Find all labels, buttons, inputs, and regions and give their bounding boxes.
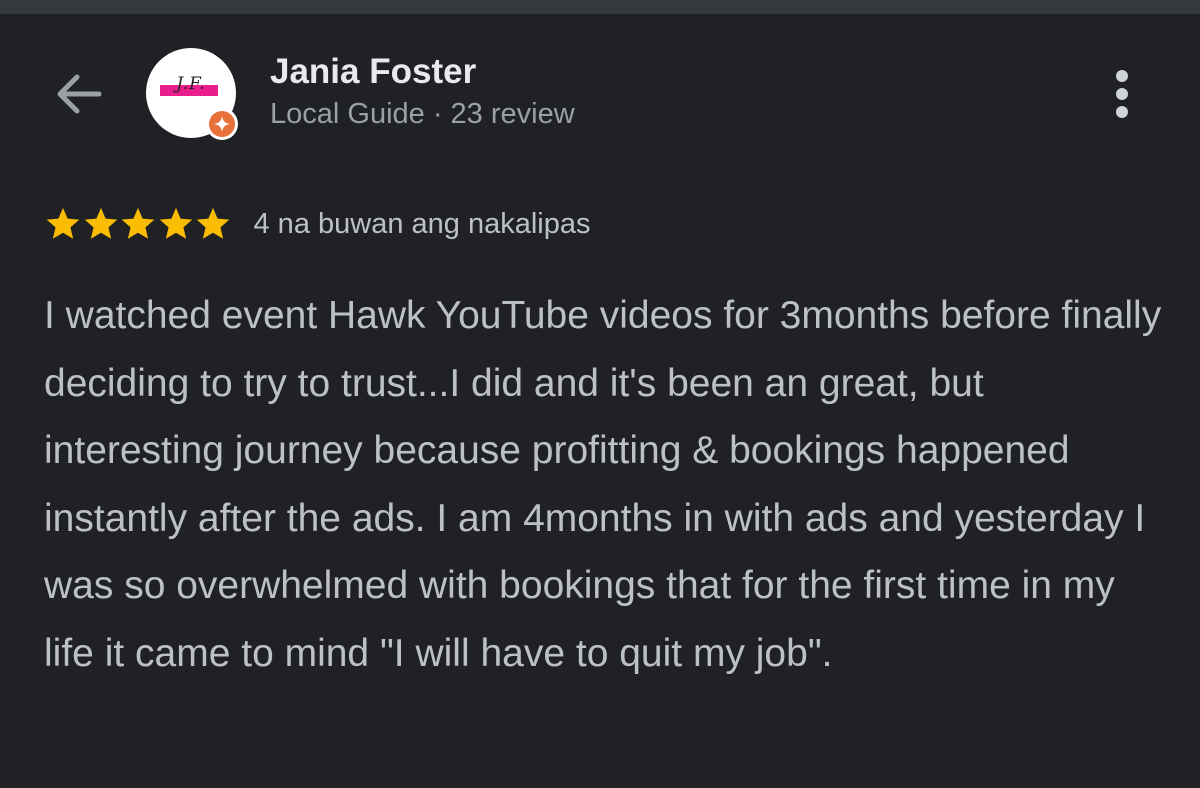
star-icon: [46, 207, 80, 239]
avatar-initials: J.F.: [176, 74, 206, 94]
review-text: I watched event Hawk YouTube videos for …: [44, 294, 1162, 675]
star-icon: [121, 207, 155, 239]
review-header: J.F. Jania Foster Local Guide · 23 revie…: [0, 14, 1200, 174]
review-date: 4 na buwan ang nakalipas: [253, 207, 591, 240]
star-icon: [84, 207, 117, 239]
more-vert-icon: [1116, 70, 1128, 118]
arrow-back-icon: [57, 74, 102, 114]
star-icon: [196, 207, 230, 239]
star-icon: [159, 207, 192, 239]
user-avatar[interactable]: J.F.: [146, 48, 238, 140]
local-guide-badge: [206, 108, 238, 140]
reviewer-name[interactable]: Jania Foster: [270, 52, 476, 92]
back-button[interactable]: [48, 68, 108, 120]
status-bar-strip: [0, 0, 1200, 14]
more-options-button[interactable]: [1100, 64, 1144, 124]
rating-row: 4 na buwan ang nakalipas: [44, 204, 590, 244]
local-guide-badge-icon: [214, 116, 230, 132]
reviewer-meta: Local Guide · 23 review: [270, 98, 575, 130]
star-rating: [44, 205, 232, 243]
